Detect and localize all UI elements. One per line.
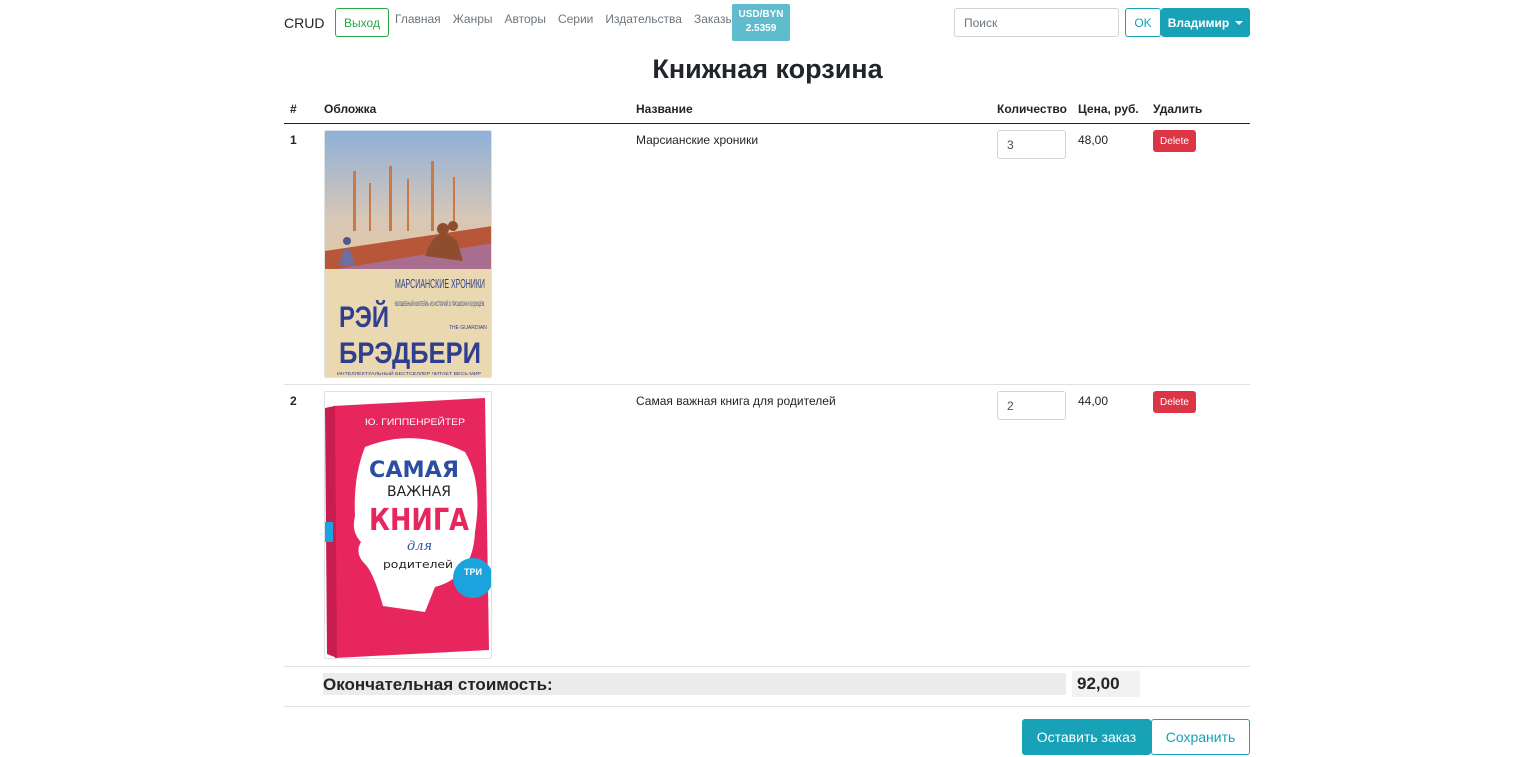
nav-link-series[interactable]: Серии [558,12,593,26]
cover-2-badge: ТРИ [464,567,482,577]
quantity-input[interactable] [997,391,1066,420]
cover-2-author: Ю. ГИППЕНРЕЙТЕР [365,416,465,427]
logout-button[interactable]: Выход [335,8,389,37]
book-cover-image[interactable]: Ю. ГИППЕНРЕЙТЕР САМАЯ ВАЖНАЯ КНИГА для р… [324,391,492,659]
delete-button[interactable]: Delete [1153,391,1196,413]
column-header-price: Цена, руб. [1078,102,1139,116]
column-header-qty: Количество [997,102,1067,116]
book-cover-art: Ю. ГИППЕНРЕЙТЕР САМАЯ ВАЖНАЯ КНИГА для р… [325,392,491,658]
search-button[interactable]: OK [1125,8,1161,37]
place-order-button[interactable]: Оставить заказ [1022,719,1151,755]
cover-1-author-last: БРЭДБЕРИ [339,337,481,370]
cover-1-title: МАРСИАНСКИЕ ХРОНИКИ [395,276,485,291]
user-menu-button[interactable]: Владимир [1161,8,1250,37]
currency-rate-label: USD/BYN [738,9,784,20]
total-label: Окончательная стоимость: [323,675,553,694]
row-number: 2 [290,394,297,408]
row-number: 1 [290,133,297,147]
book-price: 48,00 [1078,133,1109,147]
currency-rate-badge: USD/BYN 2.5359 [732,4,790,41]
nav-link-orders[interactable]: Заказы [694,12,734,26]
nav-link-genres[interactable]: Жанры [453,12,493,26]
cover-2-title-4: для [407,539,432,554]
page-title: Книжная корзина [652,54,883,84]
user-name: Владимир [1167,15,1230,30]
column-header-name: Название [636,102,693,116]
currency-rate-value: 2.5359 [745,23,777,34]
chevron-down-icon [1235,20,1244,25]
cover-2-title-1: САМАЯ [369,458,459,483]
column-header-delete: Удалить [1153,102,1203,116]
row-divider [284,666,1250,667]
cover-1-subtitle: ВОЛШЕБНЫЙ КОКТЕЙЛЬ ИЗ ИСТОРИЙ О ПРОШЛОМ … [395,299,485,308]
column-header-num: # [290,102,297,116]
book-title: Марсианские хроники [636,133,759,147]
column-header-cover: Обложка [324,102,377,116]
cover-2-title-3: КНИГА [369,503,470,538]
table-header-divider [284,123,1250,124]
total-price: 92,00 [1077,674,1120,693]
book-price: 44,00 [1078,394,1109,408]
book-cover-art: МАРСИАНСКИЕ ХРОНИКИ ВОЛШЕБНЫЙ КОКТЕЙЛЬ И… [325,131,491,377]
cover-1-footer: ИНТЕЛЛЕКТУАЛЬНЫЙ БЕСТСЕЛЛЕР ЧИТАЕТ ВЕСЬ … [337,369,481,376]
navbar: CRUD Выход Главная Жанры Авторы Серии Из… [284,4,1250,42]
total-divider [284,706,1250,707]
nav-link-home[interactable]: Главная [395,12,441,26]
delete-button[interactable]: Delete [1153,130,1196,152]
cover-1-quote-source: THE GUARDIAN [449,325,487,331]
nav-link-publishers[interactable]: Издательства [605,12,682,26]
quantity-input[interactable] [997,130,1066,159]
nav-links: Главная Жанры Авторы Серии Издательства … [395,12,746,26]
brand[interactable]: CRUD [284,15,324,31]
nav-link-authors[interactable]: Авторы [505,12,546,26]
cover-2-title-2: ВАЖНАЯ [387,484,451,500]
search-input[interactable] [954,8,1119,37]
row-divider [284,384,1250,385]
cover-1-author-first: РЭЙ [339,300,389,334]
book-cover-image[interactable]: МАРСИАНСКИЕ ХРОНИКИ ВОЛШЕБНЫЙ КОКТЕЙЛЬ И… [324,130,492,378]
book-title: Самая важная книга для родителей [636,394,836,408]
cover-2-title-5: родителей [383,558,453,571]
save-button[interactable]: Сохранить [1151,719,1250,755]
